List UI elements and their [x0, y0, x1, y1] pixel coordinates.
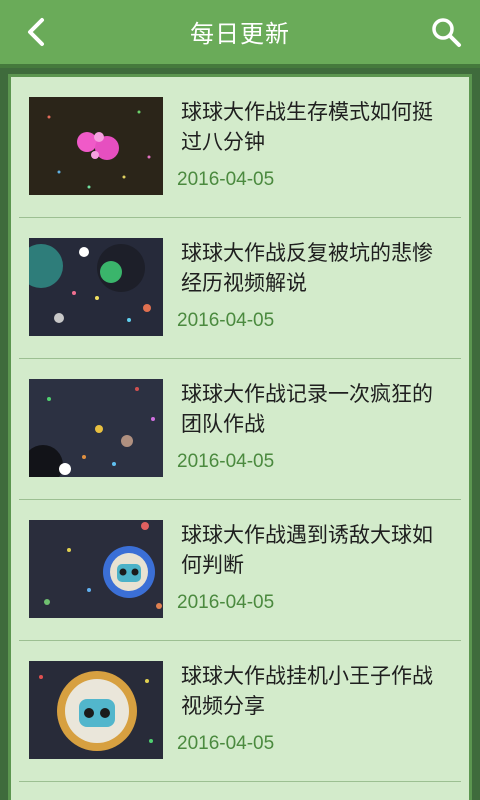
app-header: 每日更新 [0, 0, 480, 68]
list-item[interactable]: 球球大作战记录一次疯狂的团队作战 2016-04-05 [19, 359, 461, 500]
item-title: 球球大作战反复被坑的悲惨经历视频解说 [181, 241, 433, 295]
list-item[interactable]: 球球大作战反复被坑的悲惨经历视频解说 2016-04-05 [19, 218, 461, 359]
content-frame: 球球大作战生存模式如何挺过八分钟 2016-04-05 球球大作战反复被坑的悲惨… [0, 68, 480, 800]
article-list: 球球大作战生存模式如何挺过八分钟 2016-04-05 球球大作战反复被坑的悲惨… [8, 74, 472, 800]
list-item[interactable]: 球球大作战挂机小王子作战视频分享 2016-04-05 [19, 641, 461, 782]
item-thumbnail [29, 661, 163, 759]
item-date: 2016-04-05 [177, 451, 275, 472]
list-item[interactable]: 球球大作战遇到诱敌大球如何判断 2016-04-05 [19, 500, 461, 641]
item-date: 2016-04-05 [177, 592, 275, 613]
item-title: 球球大作战记录一次疯狂的团队作战 [181, 382, 433, 436]
item-title: 球球大作战遇到诱敌大球如何判断 [181, 523, 433, 577]
item-thumbnail [29, 97, 163, 195]
list-item[interactable]: 球球大作战生存模式如何挺过八分钟 2016-04-05 [19, 77, 461, 218]
item-thumbnail [29, 520, 163, 618]
page-title: 每日更新 [190, 20, 290, 48]
item-date: 2016-04-05 [177, 310, 275, 331]
item-title: 球球大作战挂机小王子作战视频分享 [181, 664, 433, 718]
item-date: 2016-04-05 [177, 169, 275, 190]
item-thumbnail [29, 379, 163, 477]
item-date: 2016-04-05 [177, 733, 275, 754]
search-button[interactable] [426, 12, 466, 52]
item-thumbnail [29, 238, 163, 336]
item-title: 球球大作战生存模式如何挺过八分钟 [181, 100, 433, 154]
search-icon [432, 18, 461, 47]
